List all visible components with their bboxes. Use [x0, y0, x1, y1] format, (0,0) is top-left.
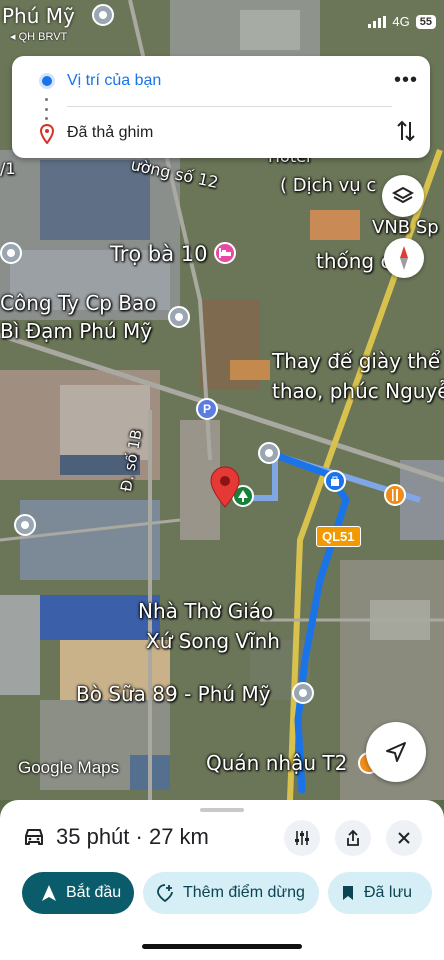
compass-icon: [400, 246, 408, 270]
share-button[interactable]: [335, 820, 371, 856]
ql51-road-shield: QL51: [316, 526, 361, 547]
compass-button[interactable]: [384, 238, 424, 278]
saved-button[interactable]: Đã lưu: [328, 872, 432, 914]
tune-icon: [295, 831, 309, 845]
close-icon: [398, 832, 410, 844]
signal-icon: [368, 15, 387, 28]
start-label: Bắt đầu: [66, 884, 122, 901]
recenter-button[interactable]: [366, 722, 426, 782]
lodging-icon[interactable]: [214, 242, 236, 264]
map-label-cong-ty-2[interactable]: Bì Đạm Phú Mỹ: [0, 320, 152, 343]
add-stop-label: Thêm điểm dừng: [183, 884, 305, 901]
start-navigation-button[interactable]: Bắt đầu: [22, 872, 134, 914]
trip-duration-distance: 35 phút · 27 km: [56, 824, 209, 849]
layers-icon: [392, 186, 414, 204]
layers-button[interactable]: [382, 175, 424, 217]
home-indicator[interactable]: [142, 944, 302, 949]
map-label-vnb[interactable]: VNB Sp: [372, 217, 439, 239]
poi-marker[interactable]: [168, 306, 190, 328]
bookmark-icon: [342, 885, 354, 901]
map-view[interactable]: ường số 12 Hotel ( Dịch vụ c Trọ bà 10 V…: [0, 0, 444, 800]
network-type: 4G: [392, 14, 410, 29]
more-vert-icon[interactable]: •••: [394, 69, 417, 91]
map-label-thong[interactable]: thống c: [316, 250, 391, 273]
share-icon: [347, 829, 359, 846]
add-location-icon: [157, 884, 173, 902]
saved-label: Đã lưu: [364, 884, 413, 901]
destination-field[interactable]: Đã thả ghim: [67, 124, 153, 142]
map-label-quan-nhau[interactable]: Quán nhậu T2: [206, 752, 347, 775]
route-options-button[interactable]: [284, 820, 320, 856]
origin-field[interactable]: Vị trí của bạn: [67, 72, 161, 90]
destination-pin-icon: [40, 124, 54, 144]
map-label-nha-tho-1[interactable]: Nhà Thờ Giáo: [138, 600, 273, 623]
your-location-icon: [42, 76, 52, 86]
poi-marker[interactable]: [0, 242, 22, 264]
navigation-arrow-icon: [386, 742, 406, 762]
divider: [67, 106, 392, 107]
map-label-service: ( Dịch vụ c: [280, 175, 377, 196]
map-label-thay-de-2[interactable]: thao, phúc Nguyễn: [272, 380, 444, 403]
add-stop-button[interactable]: Thêm điểm dừng: [143, 872, 319, 914]
poi-marker[interactable]: [292, 682, 314, 704]
google-maps-logo: Google Maps: [18, 758, 120, 777]
status-location: Phú Mỹ: [2, 4, 75, 28]
navigation-arrow-icon: [42, 885, 56, 901]
sheet-drag-handle[interactable]: [200, 808, 244, 812]
battery-icon: 55: [415, 14, 436, 29]
map-label-tro-ba-10[interactable]: Trọ bà 10: [110, 242, 208, 266]
car-icon: [25, 829, 43, 845]
restaurant-icon[interactable]: [384, 484, 406, 506]
status-bar: Phú Mỹ ◂ QH BRVT 4G 55: [0, 0, 444, 43]
map-label-bo-sua[interactable]: Bò Sữa 89 - Phú Mỹ: [76, 683, 271, 706]
back-to-app[interactable]: ◂ QH BRVT: [10, 30, 67, 43]
status-right: 4G 55: [368, 14, 436, 29]
poi-marker[interactable]: [14, 514, 36, 536]
shop-icon[interactable]: [324, 470, 346, 492]
map-label-cong-ty-1[interactable]: Công Ty Cp Bao: [0, 292, 156, 315]
dropped-pin-icon[interactable]: [210, 466, 240, 508]
close-button[interactable]: [386, 820, 422, 856]
map-label-thay-de-1[interactable]: Thay đế giày thể: [272, 350, 440, 373]
map-label-nha-tho-2[interactable]: Xứ Song Vĩnh: [146, 630, 280, 653]
swap-vertical-icon[interactable]: [396, 118, 416, 144]
route-connector: [45, 98, 49, 120]
route-waypoint[interactable]: [258, 442, 280, 464]
parking-icon[interactable]: P: [196, 398, 218, 420]
directions-card: Vị trí của bạn Đã thả ghim •••: [12, 56, 430, 158]
map-label-left-edge: /1: [0, 159, 16, 178]
